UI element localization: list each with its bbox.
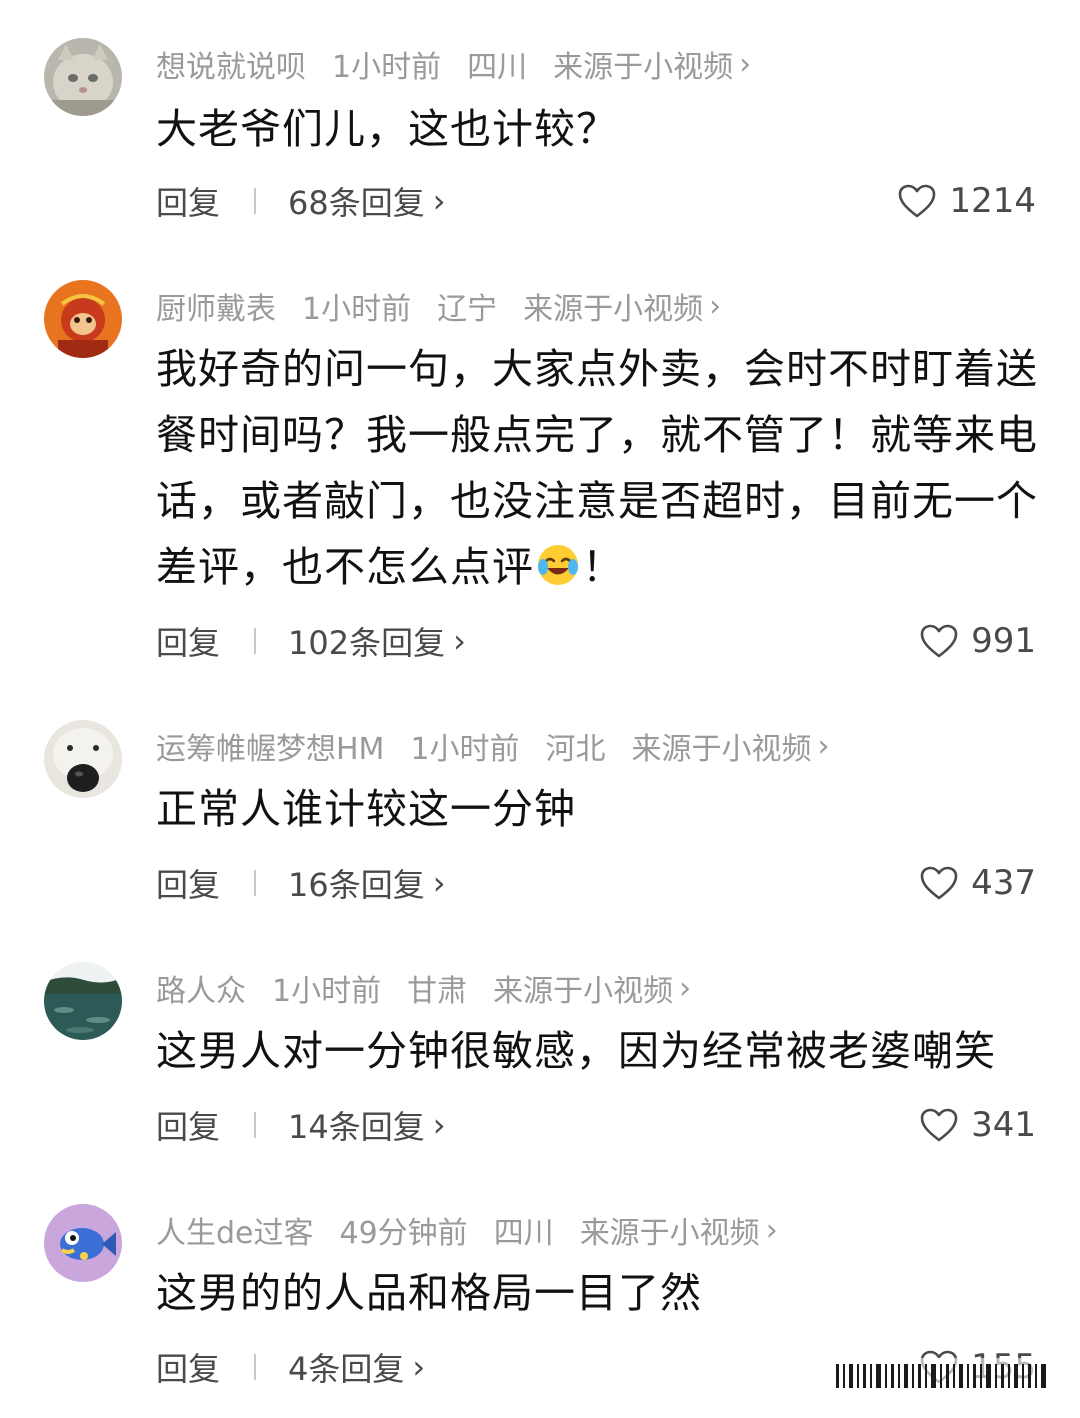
comment-location: 甘肃 [407, 974, 468, 1009]
chevron-right-icon: › [765, 1212, 778, 1248]
source-link[interactable]: 来源于小视频 [523, 284, 703, 328]
comment-text-suffix: ！ [582, 543, 624, 591]
chevron-right-icon: › [432, 864, 446, 902]
divider [254, 870, 257, 896]
avatar-cat[interactable] [44, 38, 122, 116]
comment-text: 这男的的人品和格局一目了然 [156, 1260, 1040, 1326]
replies-count: 16条回复 [288, 866, 425, 904]
view-replies-link[interactable]: 14条回复 › [288, 1102, 446, 1148]
chevron-right-icon: › [432, 1106, 446, 1144]
like-count: 1214 [949, 181, 1036, 221]
like-button[interactable]: 991 [919, 621, 1036, 661]
like-button[interactable]: 341 [919, 1105, 1036, 1145]
username[interactable]: 想说就说呗 [156, 42, 306, 86]
comment-text-content: 大老爷们儿，这也计较？ [156, 105, 618, 153]
chevron-right-icon: › [432, 182, 446, 220]
comment-location: 河北 [545, 732, 606, 767]
comment-meta: 路人众 1小时前 甘肃 来源于小视频 › [156, 966, 691, 1010]
like-count: 991 [971, 621, 1036, 661]
username[interactable]: 运筹帷幄梦想HM [156, 724, 384, 768]
username[interactable]: 路人众 [156, 966, 246, 1010]
heart-outline-icon [920, 1108, 958, 1142]
avatar-monkey-king[interactable] [44, 280, 122, 358]
divider [254, 1354, 257, 1380]
replies-count: 102条回复 [288, 624, 446, 662]
heart-outline-icon [899, 184, 936, 218]
comment-meta: 运筹帷幄梦想HM 1小时前 河北 来源于小视频 › [156, 724, 830, 768]
like-count: 437 [971, 863, 1036, 903]
watermark-barcode [826, 1358, 1056, 1392]
chevron-right-icon: › [709, 288, 722, 324]
source-link[interactable]: 来源于小视频 [580, 1208, 760, 1252]
replies-count: 14条回复 [288, 1108, 425, 1146]
comment-meta: 想说就说呗 1小时前 四川 来源于小视频 › [156, 42, 751, 86]
divider [254, 628, 257, 654]
comment-time: 1小时前 [272, 974, 382, 1009]
reply-button[interactable]: 回复 [156, 1344, 220, 1390]
comment-text: 大老爷们儿，这也计较？ [156, 96, 1040, 162]
comment-actions: 回复 16条回复 › 437 [156, 858, 1036, 908]
comment-time: 1小时前 [332, 50, 442, 85]
comment-time: 1小时前 [302, 292, 412, 327]
source-link[interactable]: 来源于小视频 [493, 966, 673, 1010]
chevron-right-icon: › [679, 970, 692, 1006]
comment-location: 四川 [467, 50, 528, 85]
comment-meta: 厨师戴表 1小时前 辽宁 来源于小视频 › [156, 284, 721, 328]
comment-meta: 人生de过客 49分钟前 四川 来源于小视频 › [156, 1208, 778, 1252]
avatar-lake[interactable] [44, 962, 122, 1040]
heart-outline-icon [920, 624, 958, 658]
chevron-right-icon: › [453, 622, 466, 660]
comment-actions: 回复 14条回复 › 341 [156, 1100, 1036, 1150]
comment-location: 四川 [493, 1216, 554, 1251]
replies-count: 68条回复 [288, 184, 425, 222]
comment-text-content: 这男人对一分钟很敏感，因为经常被老婆嘲笑 [156, 1027, 996, 1075]
chevron-right-icon: › [817, 728, 830, 764]
source-link[interactable]: 来源于小视频 [553, 42, 733, 86]
like-button[interactable]: 437 [919, 863, 1036, 903]
reply-button[interactable]: 回复 [156, 860, 220, 906]
view-replies-link[interactable]: 16条回复 › [288, 860, 446, 906]
comment-time: 49分钟前 [339, 1216, 468, 1251]
like-button[interactable]: 1214 [897, 181, 1036, 221]
like-count: 341 [971, 1105, 1036, 1145]
replies-count: 4条回复 [288, 1350, 405, 1388]
monkey-king-avatar-image [44, 280, 122, 358]
laughing-crying-emoji [538, 545, 578, 585]
comment-location: 辽宁 [437, 292, 498, 327]
comment-text-content: 正常人谁计较这一分钟 [156, 785, 576, 833]
username[interactable]: 厨师戴表 [156, 284, 276, 328]
view-replies-link[interactable]: 102条回复 › [288, 618, 466, 664]
chevron-right-icon: › [739, 46, 752, 82]
reply-button[interactable]: 回复 [156, 1102, 220, 1148]
comment-text: 我好奇的问一句，大家点外卖，会时不时盯着送餐时间吗？我一般点完了，就不管了！就等… [156, 336, 1040, 600]
avatar-dog[interactable] [44, 720, 122, 798]
comment-text: 这男人对一分钟很敏感，因为经常被老婆嘲笑 [156, 1018, 1040, 1084]
view-replies-link[interactable]: 68条回复 › [288, 178, 446, 224]
comment-text-content: 这男的的人品和格局一目了然 [156, 1269, 702, 1317]
fish-avatar-image [44, 1204, 122, 1282]
comment-time: 1小时前 [410, 732, 520, 767]
username[interactable]: 人生de过客 [156, 1208, 314, 1252]
cat-avatar-image [44, 38, 122, 116]
comment-actions: 回复 68条回复 › 1214 [156, 176, 1036, 226]
comment-text: 正常人谁计较这一分钟 [156, 776, 1040, 842]
avatar-fish[interactable] [44, 1204, 122, 1282]
divider [254, 1112, 257, 1138]
dog-avatar-image [44, 720, 122, 798]
view-replies-link[interactable]: 4条回复 › [288, 1344, 425, 1390]
reply-button[interactable]: 回复 [156, 178, 220, 224]
comment-actions: 回复 102条回复 › 991 [156, 616, 1036, 666]
lake-avatar-image [44, 962, 122, 1040]
source-link[interactable]: 来源于小视频 [632, 724, 812, 768]
divider [254, 188, 257, 214]
chevron-right-icon: › [412, 1348, 426, 1386]
reply-button[interactable]: 回复 [156, 618, 220, 664]
heart-outline-icon [920, 866, 958, 900]
